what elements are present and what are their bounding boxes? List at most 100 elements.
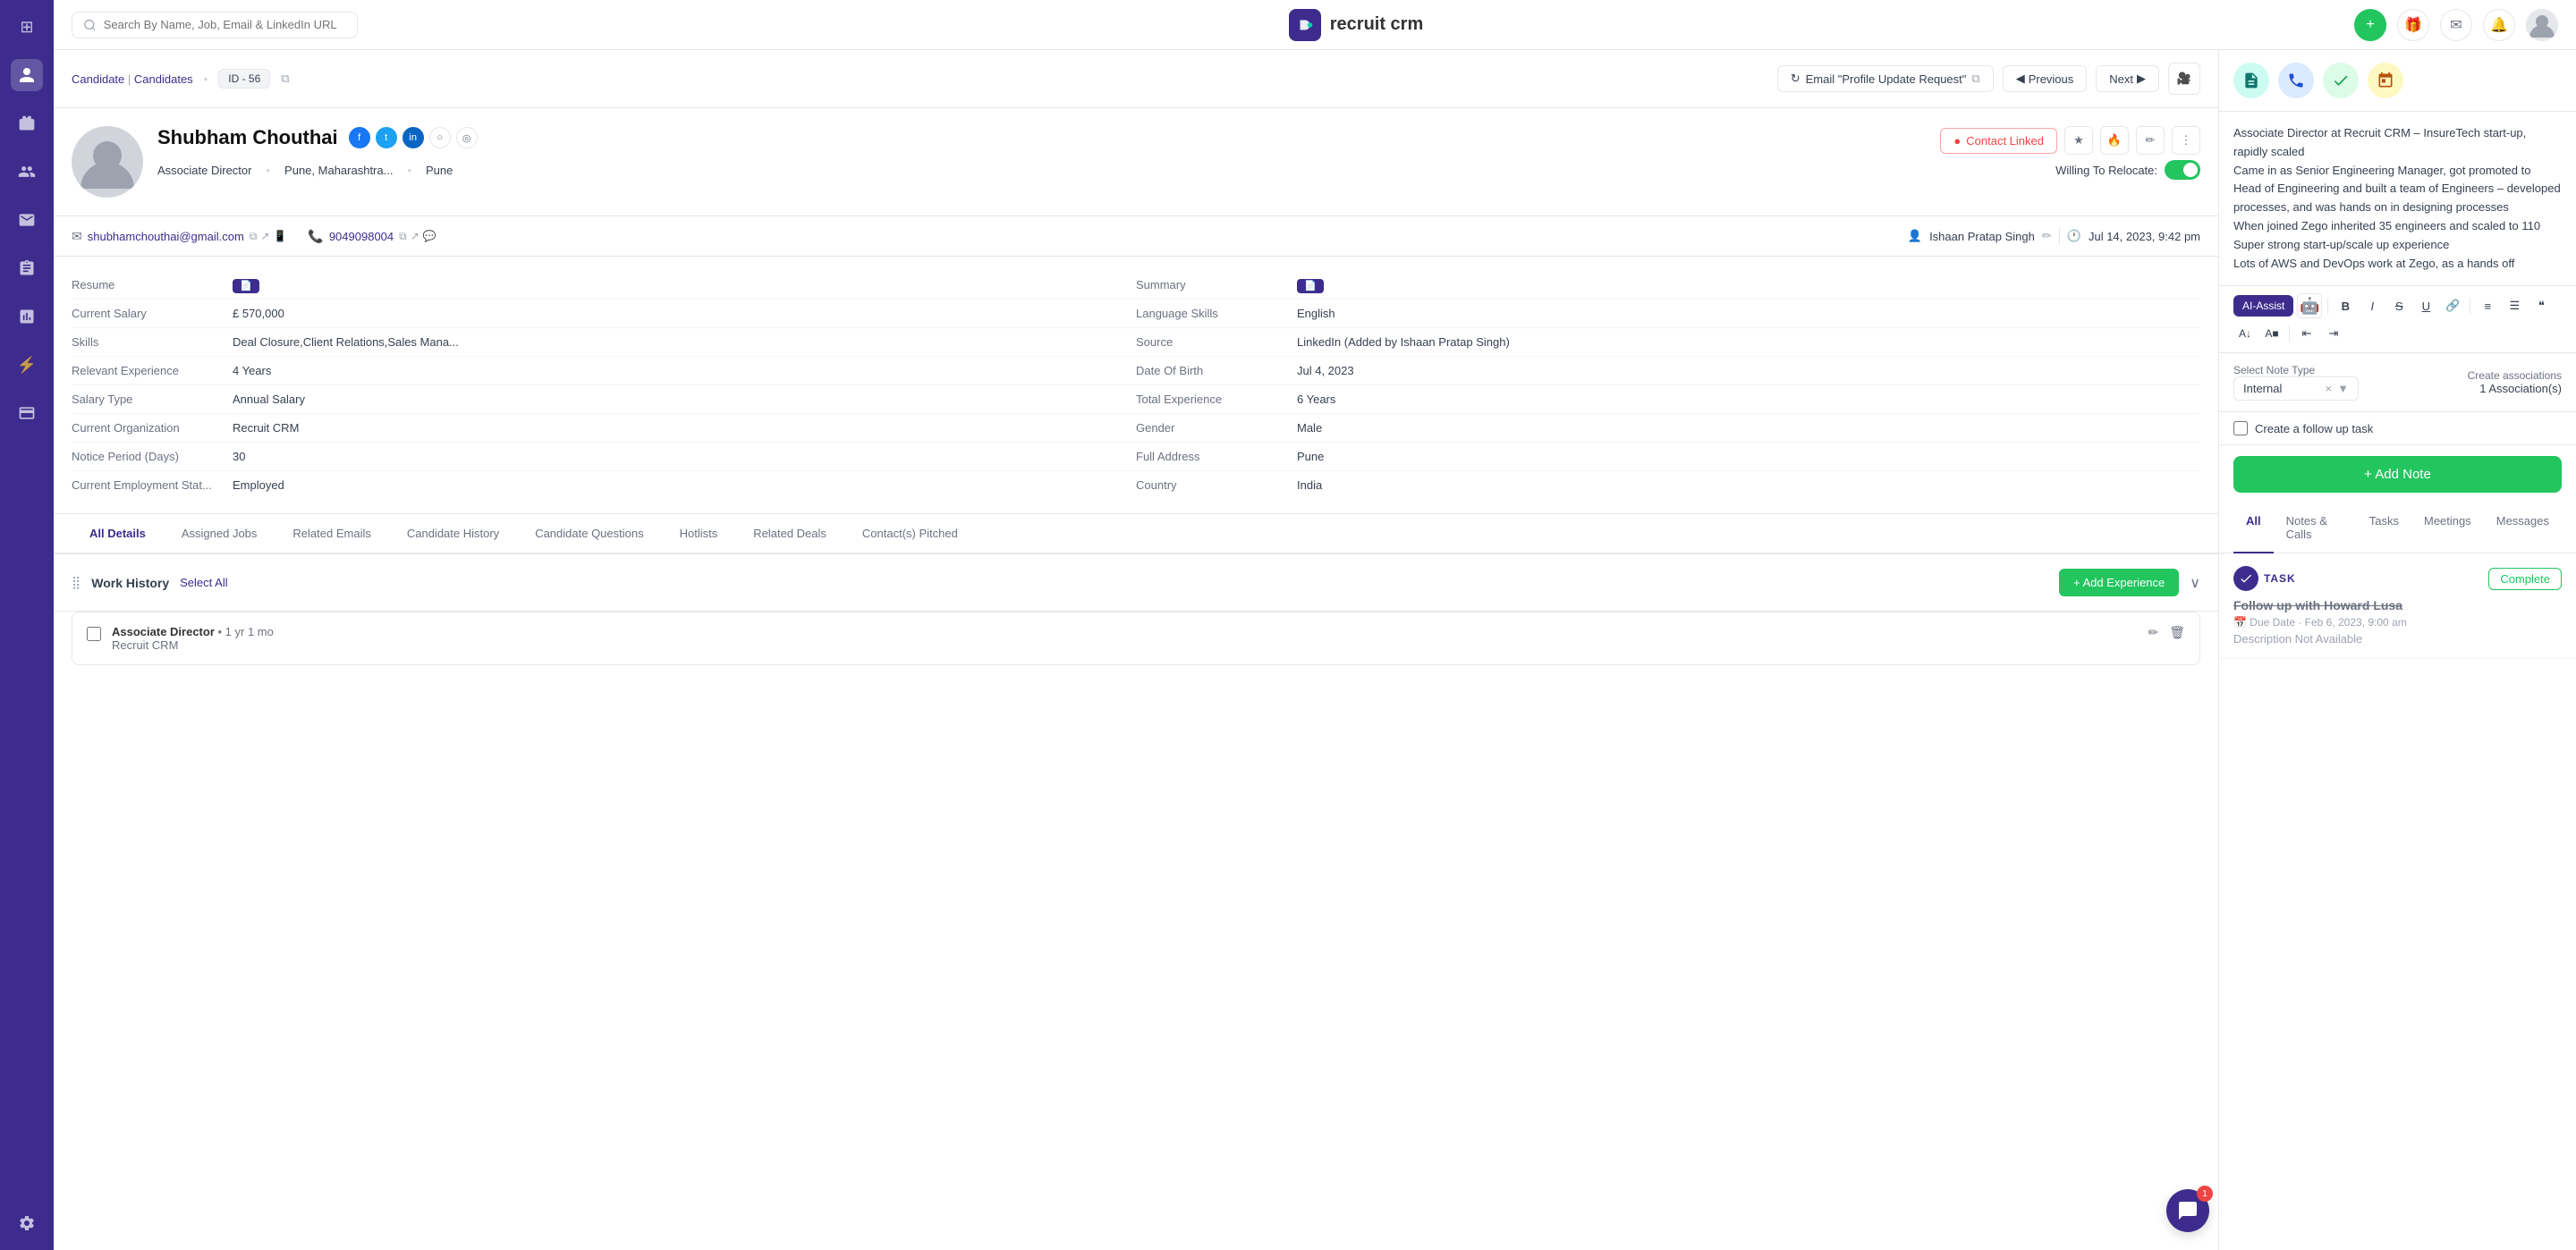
- whatsapp-phone-icon[interactable]: 💬: [423, 230, 436, 243]
- task-badge: TASK: [2233, 566, 2296, 591]
- bold-btn[interactable]: B: [2334, 294, 2357, 317]
- github-icon[interactable]: ○: [429, 127, 451, 148]
- activity-tab-all[interactable]: All: [2233, 503, 2274, 553]
- unordered-list-btn[interactable]: ☰: [2503, 294, 2526, 317]
- note-type-label: Select Note Type: [2233, 364, 2359, 376]
- next-btn[interactable]: Next ▶: [2096, 65, 2159, 92]
- link-btn[interactable]: 🔗: [2441, 294, 2464, 317]
- clear-note-type-icon[interactable]: ×: [2326, 382, 2333, 395]
- website-icon[interactable]: ◎: [456, 127, 478, 148]
- call-icon[interactable]: ↗: [411, 230, 419, 243]
- contact-bar: ✉ shubhamchouthai@gmail.com ⧉ ↗ 📱 📞 9049…: [54, 216, 2218, 257]
- text-bg-btn[interactable]: A■: [2260, 322, 2284, 345]
- add-button[interactable]: +: [2354, 9, 2386, 41]
- activity-tab-tasks[interactable]: Tasks: [2357, 503, 2411, 553]
- task-label: TASK: [2264, 572, 2296, 585]
- resume-file-icon[interactable]: 📄: [233, 279, 259, 293]
- dashboard-icon[interactable]: ⊞: [11, 11, 43, 43]
- task-header: TASK Complete: [2233, 566, 2562, 591]
- activity-tab-notes[interactable]: Notes & Calls: [2274, 503, 2357, 553]
- relocate-switch[interactable]: [2165, 160, 2200, 180]
- add-note-btn[interactable]: + Add Note: [2233, 456, 2562, 493]
- complete-badge[interactable]: Complete: [2488, 568, 2562, 590]
- tasks-icon[interactable]: [11, 252, 43, 284]
- task-item: TASK Complete Follow up with Howard Lusa…: [2219, 553, 2576, 659]
- italic-btn[interactable]: I: [2360, 294, 2384, 317]
- ordered-list-btn[interactable]: ≡: [2476, 294, 2499, 317]
- search-box[interactable]: [72, 12, 358, 38]
- add-experience-btn[interactable]: + Add Experience: [2059, 569, 2179, 596]
- font-color-btn[interactable]: A↓: [2233, 322, 2257, 345]
- activity-tab-messages[interactable]: Messages: [2484, 503, 2562, 553]
- rtl-btn[interactable]: ⇥: [2322, 322, 2345, 345]
- user-avatar[interactable]: [2526, 9, 2558, 41]
- video-btn[interactable]: 🎥: [2168, 63, 2200, 95]
- whatsapp-email-icon[interactable]: 📱: [273, 230, 286, 243]
- dob-row: Date Of Birth Jul 4, 2023: [1136, 357, 2200, 385]
- contact-linked-btn[interactable]: ● TASK Contact Linked: [1940, 128, 2057, 154]
- twitter-icon[interactable]: t: [376, 127, 397, 148]
- copy-email-icon[interactable]: ⧉: [1971, 72, 1979, 86]
- jobs-icon[interactable]: [11, 107, 43, 139]
- email-button[interactable]: ✉: [2440, 9, 2472, 41]
- tab-candidate-questions[interactable]: Candidate Questions: [517, 514, 661, 554]
- work-item-delete-btn[interactable]: 🗑: [2169, 625, 2185, 640]
- flame-btn[interactable]: 🔥: [2100, 126, 2129, 155]
- settings-icon[interactable]: [11, 1207, 43, 1239]
- select-all-btn[interactable]: Select All: [180, 576, 227, 589]
- previous-btn[interactable]: ◀ Previous: [2003, 65, 2088, 92]
- phone-icon-btn[interactable]: [2278, 63, 2314, 98]
- analytics-icon[interactable]: [11, 300, 43, 333]
- more-btn[interactable]: ⋮: [2172, 126, 2200, 155]
- underline-btn[interactable]: U: [2414, 294, 2437, 317]
- tab-related-emails[interactable]: Related Emails: [275, 514, 388, 554]
- contacts-icon[interactable]: [11, 156, 43, 188]
- resume-row: Resume 📄: [72, 271, 1136, 300]
- check-icon-btn[interactable]: [2323, 63, 2359, 98]
- follow-up-checkbox[interactable]: [2233, 421, 2248, 435]
- work-item-edit-btn[interactable]: ✏: [2148, 625, 2158, 640]
- tab-contacts-pitched[interactable]: Contact(s) Pitched: [844, 514, 976, 554]
- integrations-icon[interactable]: ⚡: [11, 349, 43, 381]
- facebook-icon[interactable]: f: [349, 127, 370, 148]
- star-btn[interactable]: ★: [2064, 126, 2093, 155]
- copy-id-icon[interactable]: ⧉: [281, 72, 289, 86]
- note-icon-btn[interactable]: [2233, 63, 2269, 98]
- tab-hotlists[interactable]: Hotlists: [662, 514, 736, 554]
- edit-owner-icon[interactable]: ✏: [2042, 229, 2052, 243]
- language-row: Language Skills English: [1136, 300, 2200, 328]
- robot-icon[interactable]: 🤖: [2297, 293, 2322, 318]
- billing-icon[interactable]: [11, 397, 43, 429]
- note-type-select[interactable]: Internal × ▼: [2233, 376, 2359, 401]
- follow-up-label: Create a follow up task: [2255, 422, 2373, 435]
- notification-button[interactable]: 🔔: [2483, 9, 2515, 41]
- email-profile-btn[interactable]: ↻ Email "Profile Update Request" ⧉: [1777, 65, 1994, 92]
- copy-email-btn[interactable]: ⧉: [250, 230, 258, 243]
- strikethrough-btn[interactable]: S: [2387, 294, 2411, 317]
- tab-assigned-jobs[interactable]: Assigned Jobs: [164, 514, 275, 554]
- work-item-checkbox[interactable]: [87, 627, 101, 641]
- gift-button[interactable]: 🎁: [2397, 9, 2429, 41]
- chat-bubble[interactable]: 1: [2166, 1189, 2209, 1232]
- calendar-icon-btn[interactable]: [2368, 63, 2403, 98]
- open-email-btn[interactable]: ↗: [260, 230, 269, 243]
- linkedin-icon[interactable]: in: [402, 127, 424, 148]
- tab-all-details[interactable]: All Details: [72, 514, 164, 554]
- edit-btn[interactable]: ✏: [2136, 126, 2165, 155]
- gender-row: Gender Male: [1136, 414, 2200, 443]
- search-input[interactable]: [104, 18, 346, 31]
- assoc-label: Create associations: [2468, 369, 2562, 382]
- task-description: Description Not Available: [2233, 632, 2562, 646]
- blockquote-btn[interactable]: ❝: [2529, 294, 2553, 317]
- ai-assist-btn[interactable]: AI-Assist: [2233, 295, 2293, 317]
- activity-tab-meetings[interactable]: Meetings: [2411, 503, 2484, 553]
- summary-file-icon[interactable]: 📄: [1297, 279, 1324, 293]
- candidates-icon[interactable]: [11, 59, 43, 91]
- copy-phone-btn[interactable]: ⧉: [399, 230, 407, 243]
- collapse-work-btn[interactable]: ∨: [2190, 574, 2200, 592]
- email-icon[interactable]: [11, 204, 43, 236]
- tab-candidate-history[interactable]: Candidate History: [389, 514, 517, 554]
- ltr-btn[interactable]: ⇤: [2295, 322, 2318, 345]
- topnav: recruit crm + 🎁 ✉ 🔔: [54, 0, 2576, 50]
- tab-related-deals[interactable]: Related Deals: [735, 514, 844, 554]
